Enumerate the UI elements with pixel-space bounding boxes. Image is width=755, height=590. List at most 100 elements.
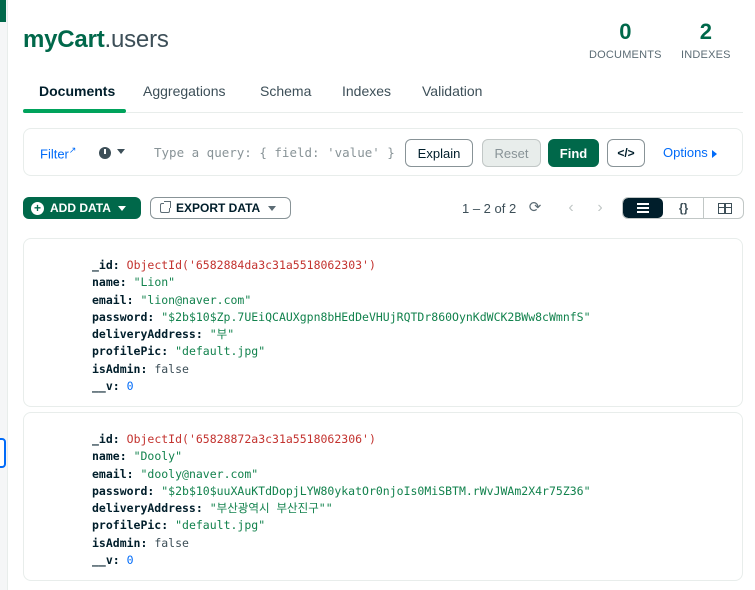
field-key: name: — [92, 275, 127, 290]
list-view-button[interactable] — [623, 198, 663, 218]
field-value: "lion@naver.com" — [140, 292, 252, 307]
pagination-text: 1 – 2 of 2 — [462, 201, 517, 216]
filter-link[interactable]: Filter↗ — [40, 145, 76, 161]
json-view-button[interactable]: {} — [664, 198, 704, 218]
field-key: profilePic: — [92, 518, 169, 533]
field-key: _id: — [92, 258, 120, 272]
view-toggle: {} — [622, 197, 744, 219]
tab-schema[interactable]: Schema — [260, 83, 311, 99]
documents-count-label: DOCUMENTS — [589, 49, 662, 61]
field-value: 0 — [126, 379, 134, 394]
field-email: email: "dooly@naver.com" — [92, 466, 591, 483]
document-body: _id: ObjectId('65828872a3c31a5518062306'… — [92, 431, 591, 569]
find-button[interactable]: Find — [548, 139, 599, 167]
collection-tabs: Documents Aggregations Schema Indexes Va… — [23, 78, 743, 113]
options-button[interactable]: Options — [663, 145, 717, 160]
field-key: password: — [92, 309, 155, 324]
field-key: isAdmin: — [92, 361, 148, 376]
export-data-button[interactable]: EXPORT DATA — [150, 197, 291, 219]
field-value: "부산광역시 부산진구"" — [209, 501, 333, 516]
list-icon — [637, 203, 649, 213]
next-page-icon[interactable]: › — [593, 200, 607, 216]
filter-label: Filter — [40, 146, 69, 162]
field-key: profilePic: — [92, 344, 169, 359]
field-value: "default.jpg" — [175, 518, 266, 533]
field-version: __v: 0 — [92, 378, 591, 395]
chevron-down-icon — [268, 205, 277, 211]
chevron-right-icon — [711, 149, 717, 158]
field-key: name: — [92, 449, 127, 464]
field-name: name: "Dooly" — [92, 448, 591, 465]
field-password: password: "$2b$10$uuXAuKTdDopjLYW80ykatO… — [92, 483, 591, 500]
tab-validation[interactable]: Validation — [422, 83, 482, 99]
tab-indexes[interactable]: Indexes — [342, 83, 391, 99]
reset-button[interactable]: Reset — [482, 139, 541, 167]
field-value: "$2b$10$Zp.7UEiQCAUXgpn8bHEdDeVHUjRQTDr8… — [161, 309, 591, 324]
field-key: password: — [92, 483, 155, 498]
field-profile-pic: profilePic: "default.jpg" — [92, 517, 591, 534]
tab-aggregations[interactable]: Aggregations — [143, 83, 226, 99]
export-icon — [160, 201, 171, 213]
field-value: "dooly@naver.com" — [140, 466, 259, 481]
field-key: deliveryAddress: — [92, 501, 203, 516]
field-value: 0 — [126, 553, 134, 568]
clock-icon[interactable] — [99, 147, 111, 159]
indexes-count-stat: 2 INDEXES — [681, 19, 731, 62]
indexes-count-label: INDEXES — [681, 49, 731, 61]
document-card[interactable]: _id: ObjectId('65828872a3c31a5518062306'… — [23, 412, 743, 581]
field-value: "부" — [209, 327, 235, 342]
field-is-admin: isAdmin: false — [92, 361, 591, 378]
refresh-icon[interactable]: ⟳ — [527, 200, 543, 216]
collection-name: .users — [104, 26, 169, 53]
field-delivery-address: deliveryAddress: "부산광역시 부산진구"" — [92, 500, 591, 517]
documents-count: 0 — [619, 19, 632, 44]
previous-page-icon[interactable]: ‹ — [564, 200, 578, 216]
field-id: _id: ObjectId('65828872a3c31a5518062306'… — [92, 431, 591, 448]
collection-title: myCart.users — [23, 26, 169, 54]
field-key: _id: — [92, 432, 120, 446]
active-tab-indicator — [23, 109, 126, 113]
field-key: email: — [92, 292, 134, 307]
field-value: false — [154, 361, 189, 376]
field-value: false — [154, 535, 189, 550]
database-name: myCart — [23, 26, 105, 53]
field-key: deliveryAddress: — [92, 327, 203, 342]
field-version: __v: 0 — [92, 552, 591, 569]
field-password: password: "$2b$10$Zp.7UEiQCAUXgpn8bHEdDe… — [92, 309, 591, 326]
field-value: "Lion" — [133, 275, 176, 290]
options-label: Options — [663, 145, 708, 160]
table-view-button[interactable] — [705, 198, 743, 218]
chevron-down-icon[interactable] — [117, 149, 125, 154]
field-name: name: "Lion" — [92, 274, 591, 291]
field-key: __v: — [92, 379, 120, 394]
field-value: ObjectId('6582884da3c31a5518062303') — [126, 258, 376, 272]
plus-icon: + — [31, 201, 44, 215]
query-input[interactable] — [154, 139, 394, 165]
documents-count-stat: 0 DOCUMENTS — [589, 19, 662, 62]
document-body: _id: ObjectId('6582884da3c31a5518062303'… — [92, 257, 591, 395]
field-email: email: "lion@naver.com" — [92, 292, 591, 309]
field-value: "Dooly" — [133, 449, 183, 464]
chevron-down-icon — [117, 205, 126, 211]
add-data-label: ADD DATA — [50, 201, 111, 215]
field-value: "default.jpg" — [175, 344, 266, 359]
field-is-admin: isAdmin: false — [92, 535, 591, 552]
query-bar: Filter↗ Explain Reset Find </> Options — [23, 128, 743, 176]
field-id: _id: ObjectId('6582884da3c31a5518062303'… — [92, 257, 591, 274]
left-sidebar-edge — [0, 0, 8, 590]
tab-documents[interactable]: Documents — [39, 83, 115, 99]
field-profile-pic: profilePic: "default.jpg" — [92, 343, 591, 360]
document-card[interactable]: _id: ObjectId('6582884da3c31a5518062303'… — [23, 238, 743, 407]
indexes-count: 2 — [699, 19, 712, 44]
export-data-label: EXPORT DATA — [176, 201, 261, 215]
field-key: __v: — [92, 553, 120, 568]
code-view-button[interactable]: </> — [607, 139, 645, 167]
table-icon — [718, 202, 732, 214]
explain-button[interactable]: Explain — [405, 139, 473, 167]
braces-icon: {} — [678, 201, 689, 215]
add-data-button[interactable]: + ADD DATA — [23, 197, 141, 219]
external-link-icon: ↗ — [68, 145, 77, 155]
sidebar-collapse-handle[interactable] — [0, 438, 6, 468]
field-value: "$2b$10$uuXAuKTdDopjLYW80ykatOr0njoIs0Mi… — [161, 483, 591, 498]
sidebar-accent — [0, 0, 6, 22]
